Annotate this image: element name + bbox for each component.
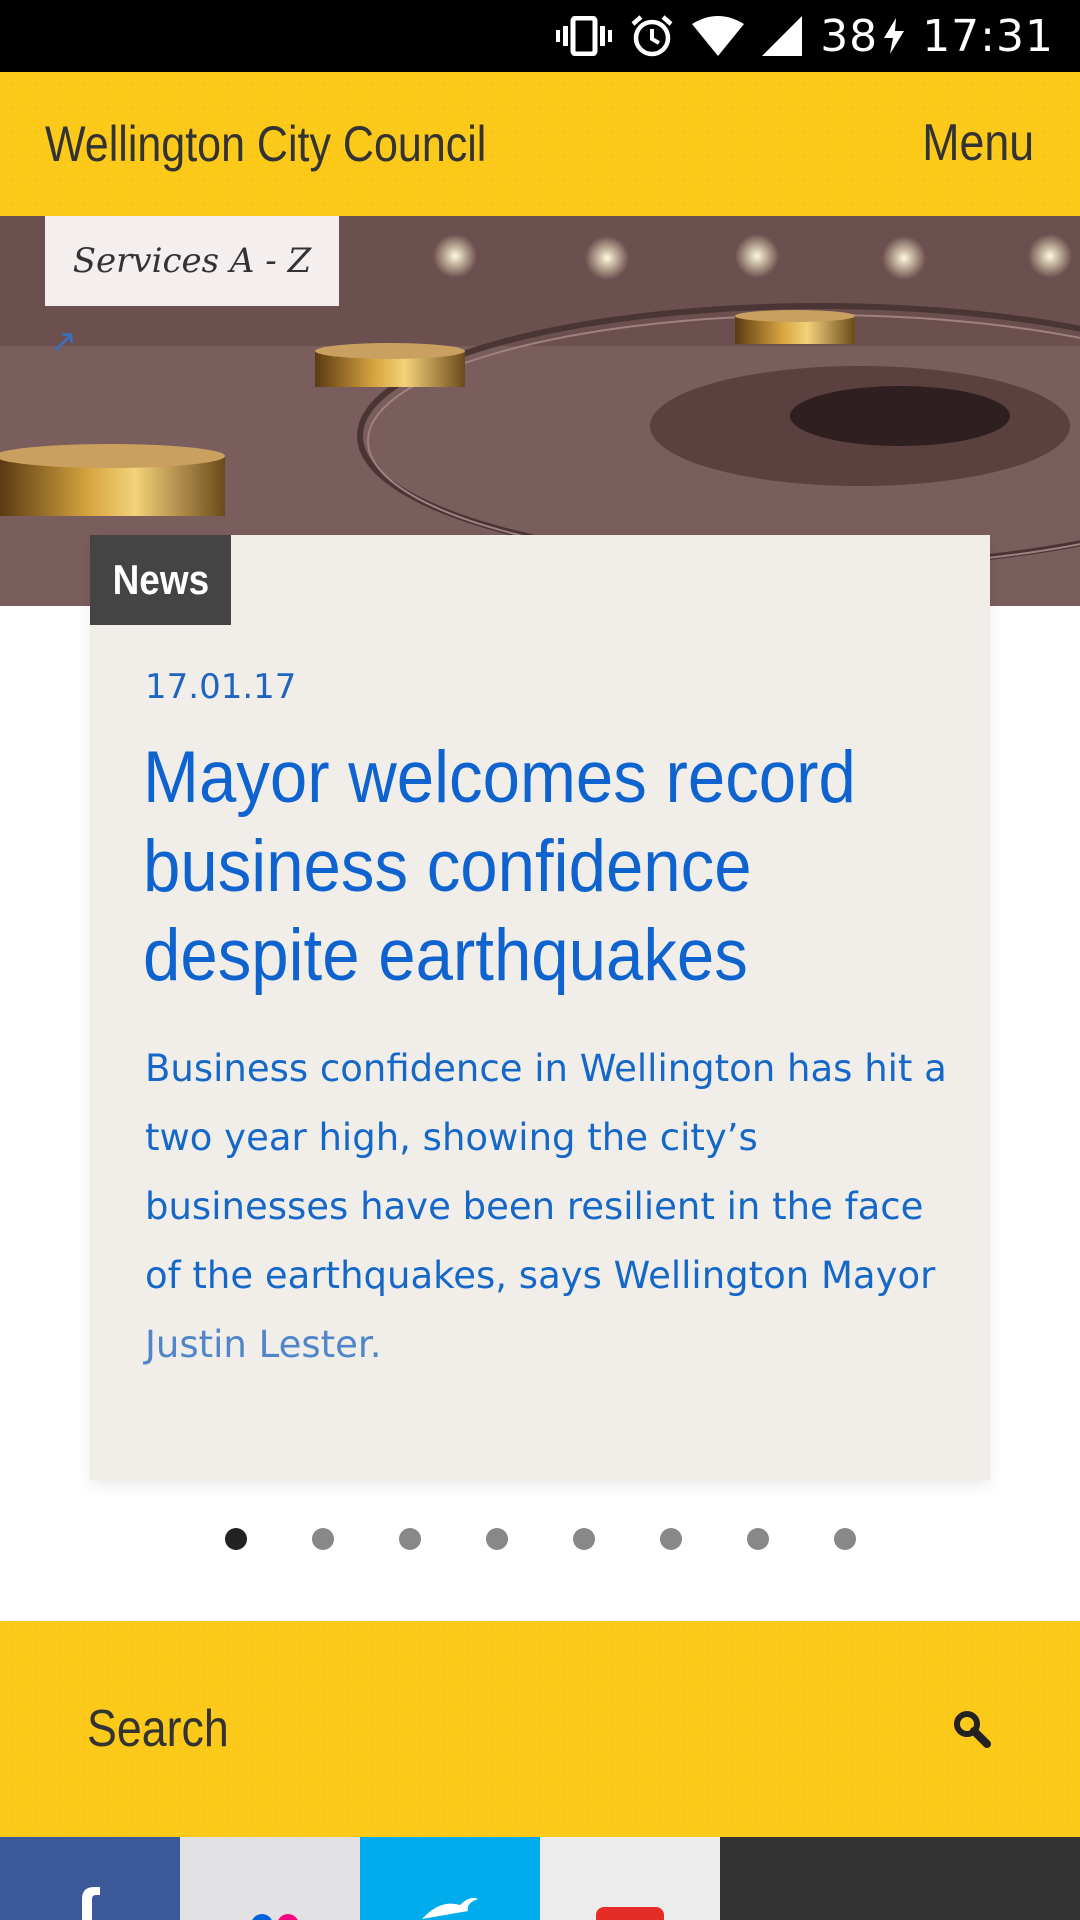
news-summary-text: Business confidence in Wellington has hi… [145,1047,947,1297]
clock: 17:31 [922,10,1054,62]
news-summary: Business confidence in Wellington has hi… [145,1034,955,1379]
carousel-dot[interactable] [834,1528,856,1550]
carousel-dots [225,1528,856,1550]
search-input[interactable]: Search [87,1699,229,1759]
twitter-icon[interactable] [360,1837,540,1920]
carousel-dot[interactable] [486,1528,508,1550]
carousel-dot[interactable] [225,1528,247,1550]
alarm-icon [630,14,674,58]
carousel-dot[interactable] [747,1528,769,1550]
external-link-arrow-icon[interactable]: ↗ [50,322,77,360]
services-a-z-label: Services A - Z [72,241,312,281]
status-icons: 38 17:31 [556,0,1054,72]
news-badge: News [90,535,231,625]
search-icon[interactable] [952,1709,992,1754]
carousel-dot[interactable] [660,1528,682,1550]
battery-level: 38 [820,10,879,62]
battery-charging-icon [884,18,905,54]
news-headline-link[interactable]: Mayor welcomes record business confidenc… [143,733,897,1000]
search-band: Search [0,1621,1080,1837]
site-header: Wellington City Council Menu [0,72,1080,216]
site-title[interactable]: Wellington City Council [45,115,486,173]
social-links [0,1837,1080,1920]
carousel-dot[interactable] [399,1528,421,1550]
news-summary-tail: Justin Lester. [145,1323,382,1366]
carousel-dot[interactable] [573,1528,595,1550]
social-strip-filler [720,1837,1080,1920]
wifi-icon [692,16,745,56]
services-a-z-button[interactable]: Services A - Z [45,216,339,306]
vibrate-icon [556,16,613,56]
carousel-dot[interactable] [312,1528,334,1550]
facebook-icon[interactable] [0,1837,180,1920]
flickr-icon[interactable] [180,1837,360,1920]
news-badge-label: News [112,556,209,603]
menu-button[interactable]: Menu [922,113,1034,173]
youtube-icon[interactable] [540,1837,720,1920]
news-date: 17.01.17 [145,667,297,707]
signal-icon [762,16,803,56]
status-bar: 38 17:31 [0,0,1080,72]
